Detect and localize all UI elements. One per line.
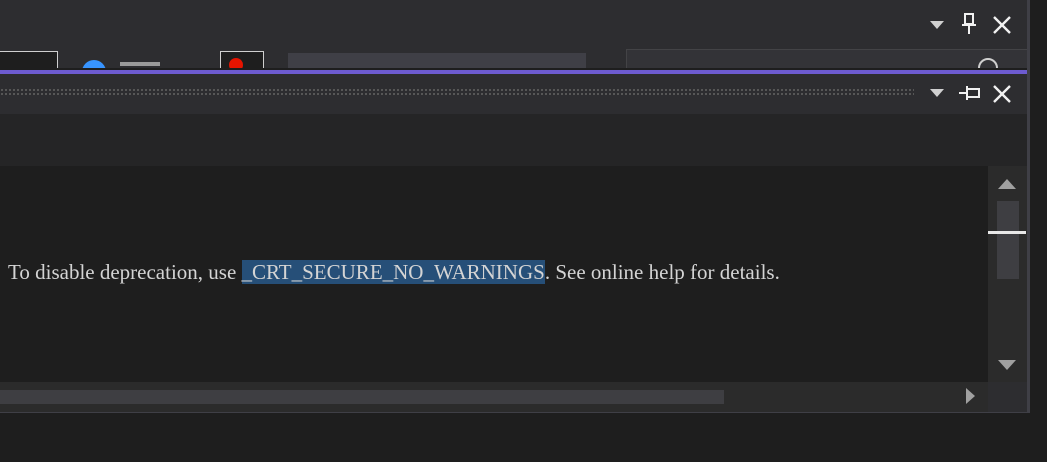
scroll-right-arrow-icon[interactable] (966, 388, 975, 404)
toolbar-text-fragment (120, 62, 160, 66)
output-toolbar (0, 114, 1030, 166)
toolbar-round-icon[interactable] (82, 60, 106, 68)
outer-close-icon[interactable] (992, 15, 1012, 39)
panel-bottom-border (0, 412, 1030, 413)
output-text-before: To disable deprecation, use (8, 260, 242, 284)
toolbar-row (0, 46, 1030, 68)
scroll-down-arrow-icon[interactable] (998, 360, 1016, 370)
toolbar-combo-box[interactable] (288, 53, 586, 68)
outer-panel-titlebar (0, 0, 1030, 47)
titlebar-grip[interactable] (0, 88, 914, 96)
output-line[interactable]: To disable deprecation, use _CRT_SECURE_… (8, 258, 780, 286)
output-text-after: . See online help for details. (544, 260, 780, 284)
scroll-position-marker (988, 231, 1026, 234)
panel-right-border (1027, 0, 1030, 413)
outer-dropdown-icon[interactable] (930, 21, 944, 29)
vertical-scroll-thumb[interactable] (997, 201, 1019, 279)
toolbar-dropdown[interactable] (0, 51, 58, 68)
inner-dropdown-icon[interactable] (930, 89, 944, 97)
toolbar-record-button[interactable] (220, 51, 264, 68)
horizontal-scroll-thumb[interactable] (0, 390, 724, 404)
search-box[interactable] (626, 49, 1028, 68)
scrollbar-corner (988, 382, 1028, 412)
outer-pin-icon[interactable] (960, 13, 978, 39)
selected-text[interactable]: _CRT_SECURE_NO_WARNINGS (241, 260, 545, 284)
inner-pin-icon[interactable] (958, 84, 982, 106)
scroll-up-arrow-icon[interactable] (998, 179, 1016, 189)
inner-close-icon[interactable] (992, 84, 1012, 108)
